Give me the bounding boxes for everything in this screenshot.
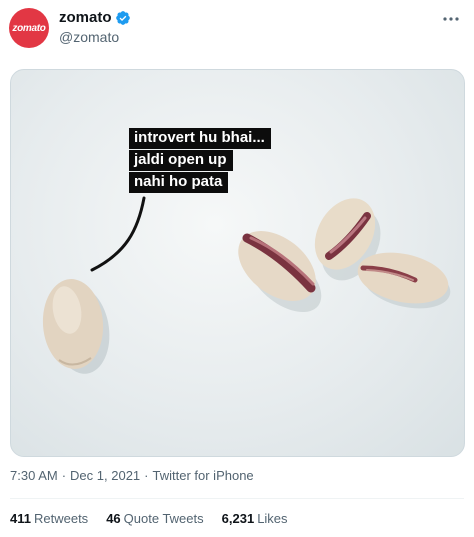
avatar[interactable]: zomato: [9, 8, 49, 48]
likes-stat[interactable]: 6,231 Likes: [222, 511, 288, 526]
tweet-time[interactable]: 7:30 AM: [10, 468, 58, 483]
speech-tail: [90, 196, 146, 272]
more-options-icon[interactable]: [442, 10, 460, 28]
tweet-photo[interactable]: introvert hu bhai... jaldi open up nahi …: [10, 69, 465, 457]
retweets-stat[interactable]: 411 Retweets: [10, 511, 88, 526]
quote-tweets-count: 46: [106, 511, 121, 526]
display-name[interactable]: zomato: [59, 9, 112, 26]
quote-tweets-label: Quote Tweets: [123, 511, 204, 526]
avatar-logo-text: zomato: [12, 22, 46, 34]
tweet-header: zomato zomato @zomato: [0, 0, 474, 60]
engagement-stats: 411 Retweets 46 Quote Tweets 6,231 Likes: [10, 511, 306, 526]
author-handle[interactable]: @zomato: [59, 29, 119, 45]
caption-line-2: jaldi open up: [129, 150, 233, 171]
meta-separator: ·: [61, 468, 67, 483]
divider: [10, 498, 464, 499]
author-name-row[interactable]: zomato: [59, 9, 131, 26]
quote-tweets-stat[interactable]: 46 Quote Tweets: [106, 511, 203, 526]
tweet-date[interactable]: Dec 1, 2021: [70, 468, 140, 483]
retweets-label: Retweets: [33, 511, 89, 526]
meta-separator: ·: [144, 468, 149, 483]
likes-count: 6,231: [221, 511, 255, 526]
closed-pistachio: [42, 279, 110, 374]
retweets-count: 411: [10, 511, 31, 526]
meme-caption: introvert hu bhai... jaldi open up nahi …: [129, 128, 271, 194]
caption-line-3: nahi ho pata: [129, 172, 229, 193]
likes-label: Likes: [257, 511, 288, 526]
tweet-meta: 7:30 AM · Dec 1, 2021 · Twitter for iPho…: [10, 468, 254, 483]
ellipsis-icon: [443, 17, 459, 21]
verified-badge-icon: [115, 10, 130, 25]
tweet-source[interactable]: Twitter for iPhone: [153, 468, 254, 483]
caption-line-1: introvert hu bhai...: [129, 128, 271, 149]
